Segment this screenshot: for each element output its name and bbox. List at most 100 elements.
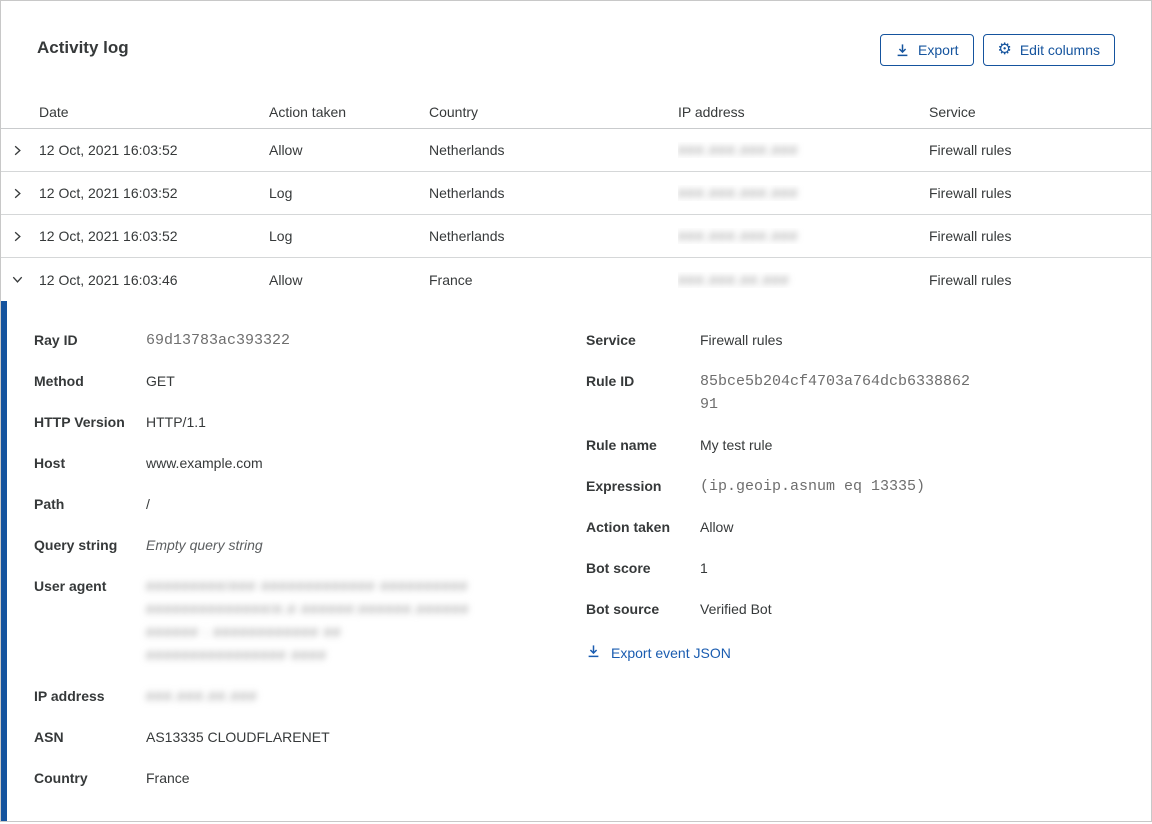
table-header-row: Date Action taken Country IP address Ser… <box>1 96 1151 129</box>
field-value: Verified Bot <box>700 601 772 617</box>
row-ip-address-redacted: ###.###.###.### <box>678 228 799 244</box>
redacted-line: ##############/#.# ######:######.###### <box>146 601 470 617</box>
field-label: Action taken <box>586 519 671 535</box>
row-service: Firewall rules <box>929 185 1012 201</box>
export-button[interactable]: Export <box>880 34 974 66</box>
field-query-string: Query string Empty query string <box>34 534 586 557</box>
field-ray-id: Ray ID 69d13783ac393322 <box>34 329 586 352</box>
expand-chevron-icon[interactable] <box>1 229 39 244</box>
row-country: Netherlands <box>429 228 505 244</box>
edit-columns-button-label: Edit columns <box>1019 42 1100 58</box>
redacted-line: ################ #### <box>146 647 327 663</box>
row-action-taken: Allow <box>269 271 303 288</box>
field-label: Method <box>34 373 84 389</box>
field-path: Path / <box>34 493 586 516</box>
field-asn: ASN AS13335 CLOUDFLARENET <box>34 726 586 749</box>
row-country: Netherlands <box>429 142 505 158</box>
field-country: Country France <box>34 767 586 790</box>
row-service: Firewall rules <box>929 228 1012 244</box>
activity-log-table: Date Action taken Country IP address Ser… <box>1 96 1151 301</box>
collapse-chevron-icon[interactable] <box>1 272 39 287</box>
field-http-version: HTTP Version HTTP/1.1 <box>34 411 586 434</box>
field-value: Firewall rules <box>700 332 783 348</box>
field-ip-address: IP address ###.###.##.### <box>34 685 586 708</box>
field-label: Rule name <box>586 437 657 453</box>
gear-icon: ⚙ <box>997 41 1012 58</box>
field-method: Method GET <box>34 370 586 393</box>
redacted-line: #########/### ############# ########## <box>146 578 469 594</box>
table-row-expanded[interactable]: 12 Oct, 2021 16:03:46 Allow France ###.#… <box>1 258 1151 301</box>
field-label: Path <box>34 496 65 512</box>
row-date: 12 Oct, 2021 16:03:52 <box>39 228 178 244</box>
field-action-taken: Action taken Allow <box>586 516 1121 539</box>
field-bot-source: Bot source Verified Bot <box>586 598 1121 621</box>
field-value: GET <box>146 373 175 389</box>
field-value: HTTP/1.1 <box>146 414 206 430</box>
field-service: Service Firewall rules <box>586 329 1121 352</box>
row-country: France <box>429 271 473 288</box>
field-value: 69d13783ac393322 <box>146 332 291 349</box>
field-value: 1 <box>700 560 708 576</box>
redacted-line: ###### : ############ ## <box>146 624 342 640</box>
activity-log-panel: Activity log Export ⚙ Edit columns Date … <box>0 0 1152 822</box>
field-label: Bot source <box>586 601 660 617</box>
field-host: Host www.example.com <box>34 452 586 475</box>
download-icon <box>586 644 601 662</box>
row-service: Firewall rules <box>929 142 1012 158</box>
column-header-date: Date <box>39 104 69 120</box>
field-bot-score: Bot score 1 <box>586 557 1121 580</box>
expand-chevron-icon[interactable] <box>1 143 39 158</box>
row-date: 12 Oct, 2021 16:03:46 <box>39 271 178 288</box>
field-value: / <box>146 496 150 512</box>
download-icon <box>895 43 910 58</box>
column-header-action-taken: Action taken <box>269 104 347 120</box>
table-row[interactable]: 12 Oct, 2021 16:03:52 Log Netherlands ##… <box>1 172 1151 215</box>
row-ip-address-redacted: ###.###.###.### <box>678 185 799 201</box>
row-date: 12 Oct, 2021 16:03:52 <box>39 142 178 158</box>
row-date: 12 Oct, 2021 16:03:52 <box>39 185 178 201</box>
field-value: 85bce5b204cf4703a764dcb633886291 <box>700 373 971 413</box>
column-header-ip-address: IP address <box>678 104 745 120</box>
field-rule-name: Rule name My test rule <box>586 434 1121 457</box>
field-label: Rule ID <box>586 373 635 389</box>
edit-columns-button[interactable]: ⚙ Edit columns <box>982 34 1115 66</box>
field-value: AS13335 CLOUDFLARENET <box>146 729 330 745</box>
row-action-taken: Log <box>269 185 293 201</box>
table-row[interactable]: 12 Oct, 2021 16:03:52 Allow Netherlands … <box>1 129 1151 172</box>
row-action-taken: Log <box>269 228 293 244</box>
field-value: My test rule <box>700 437 773 453</box>
column-header-country: Country <box>429 104 479 120</box>
field-label: Expression <box>586 478 662 494</box>
row-action-taken: Allow <box>269 142 303 158</box>
field-value-redacted: #########/### ############# ########## #… <box>146 575 469 667</box>
field-label: IP address <box>34 688 105 704</box>
field-label: User agent <box>34 578 107 594</box>
row-ip-address-redacted: ###.###.##.### <box>678 271 790 288</box>
field-expression: Expression (ip.geoip.asnum eq 13335) <box>586 475 1121 498</box>
top-bar: Activity log Export ⚙ Edit columns <box>1 1 1151 66</box>
table-row[interactable]: 12 Oct, 2021 16:03:52 Log Netherlands ##… <box>1 215 1151 258</box>
event-detail-right-column: Service Firewall rules Rule ID 85bce5b20… <box>586 329 1121 664</box>
field-value: www.example.com <box>146 455 263 471</box>
column-header-service: Service <box>929 104 976 120</box>
field-label: Query string <box>34 537 118 553</box>
field-label: Country <box>34 770 88 786</box>
export-event-json-link[interactable]: Export event JSON <box>586 644 731 662</box>
field-label: Host <box>34 455 66 471</box>
field-value-redacted: ###.###.##.### <box>146 688 258 704</box>
field-value: Allow <box>700 519 734 535</box>
field-user-agent: User agent #########/### ############# #… <box>34 575 586 667</box>
field-label: Service <box>586 332 636 348</box>
page-title: Activity log <box>37 38 129 57</box>
row-ip-address-redacted: ###.###.###.### <box>678 142 799 158</box>
field-label: HTTP Version <box>34 414 125 430</box>
export-button-label: Export <box>918 42 959 58</box>
field-label: Ray ID <box>34 332 78 348</box>
field-value: France <box>146 770 190 786</box>
event-detail-left-column: Ray ID 69d13783ac393322 Method GET HTTP … <box>34 329 586 790</box>
field-value: Empty query string <box>146 537 263 553</box>
field-label: ASN <box>34 729 64 745</box>
event-detail-panel: Ray ID 69d13783ac393322 Method GET HTTP … <box>1 301 1151 821</box>
toolbar: Export ⚙ Edit columns <box>880 34 1115 66</box>
expand-chevron-icon[interactable] <box>1 186 39 201</box>
